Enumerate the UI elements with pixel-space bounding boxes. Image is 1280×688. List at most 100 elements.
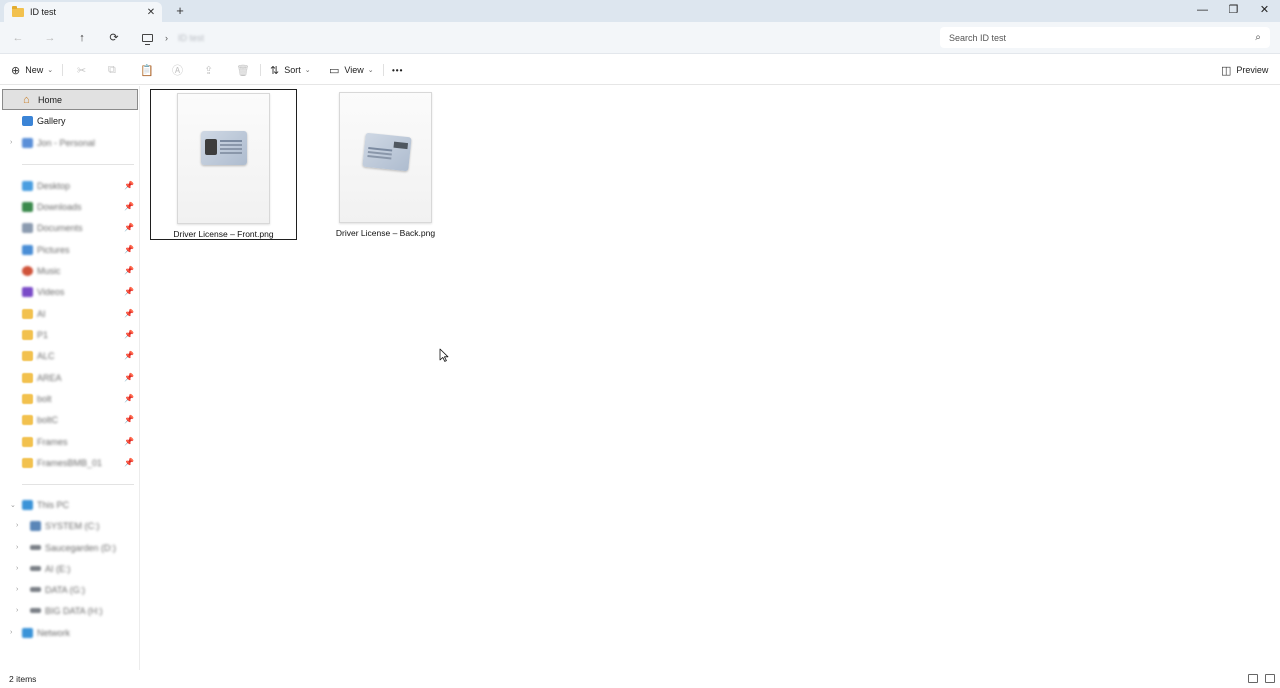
sidebar-item-this-pc[interactable]: ⌄ This PC <box>2 494 138 515</box>
view-button[interactable]: ▭ View ⌄ <box>329 62 374 78</box>
pin-icon[interactable]: 📌 <box>124 373 134 382</box>
up-button[interactable]: ↑ <box>74 30 90 46</box>
preview-button[interactable]: ◫ Preview <box>1221 62 1268 78</box>
divider <box>62 64 63 76</box>
tab-id-test[interactable]: ID test ✕ <box>4 2 162 22</box>
share-icon: ⇪ <box>204 64 214 77</box>
clipboard-icon: 📋 <box>140 64 154 77</box>
details-view-icon[interactable] <box>1248 674 1258 683</box>
drive-icon <box>30 587 41 592</box>
chevron-right-icon[interactable]: › <box>10 139 12 146</box>
document-icon <box>22 222 33 233</box>
breadcrumb-current[interactable]: ID test <box>178 33 204 43</box>
pin-icon[interactable]: 📌 <box>124 245 134 254</box>
sidebar-item-drive[interactable]: › SYSTEM (C:) <box>2 515 138 536</box>
sort-button[interactable]: ⇅ Sort ⌄ <box>270 62 311 78</box>
sidebar-item-folder[interactable]: Frames 📌 <box>2 431 138 452</box>
chevron-right-icon[interactable]: › <box>165 33 168 43</box>
pin-icon[interactable]: 📌 <box>124 394 134 403</box>
sidebar-item-desktop[interactable]: Desktop 📌 <box>2 175 138 196</box>
sidebar-item-label: boltC <box>37 414 59 425</box>
sidebar-item-drive[interactable]: › BIG DATA (H:) <box>2 600 138 621</box>
pin-icon[interactable]: 📌 <box>124 202 134 211</box>
pin-icon[interactable]: 📌 <box>124 266 134 275</box>
sidebar-item-videos[interactable]: Videos 📌 <box>2 281 138 302</box>
sidebar-item-music[interactable]: Music 📌 <box>2 260 138 281</box>
sidebar-item-folder[interactable]: P1 📌 <box>2 324 138 345</box>
pin-icon[interactable]: 📌 <box>124 330 134 339</box>
chevron-down-icon[interactable]: ⌄ <box>10 501 16 509</box>
sidebar-item-drive[interactable]: › Saucegarden (D:) <box>2 537 138 558</box>
chevron-down-icon: ⌄ <box>367 67 374 74</box>
file-list: Driver License – Front.png Driver Licens… <box>141 86 1280 670</box>
id-card-front-image <box>201 131 247 165</box>
search-box[interactable]: ⌕ <box>940 27 1270 48</box>
sidebar-item-downloads[interactable]: Downloads 📌 <box>2 196 138 217</box>
search-icon[interactable]: ⌕ <box>1249 32 1267 43</box>
sidebar-item-home[interactable]: ⌂ Home <box>2 89 138 110</box>
sidebar-item-drive[interactable]: › DATA (G:) <box>2 579 138 600</box>
delete-button[interactable]: 🗑 <box>236 62 255 78</box>
sidebar-item-documents[interactable]: Documents 📌 <box>2 217 138 238</box>
copy-icon: ⧉ <box>108 63 116 76</box>
new-button[interactable]: ⊕ New ⌄ <box>11 62 53 78</box>
view-label: View <box>344 65 364 75</box>
pin-icon[interactable]: 📌 <box>124 309 134 318</box>
breadcrumb[interactable]: › ID test <box>134 28 934 48</box>
share-button[interactable]: ⇪ <box>204 62 218 78</box>
status-bar: 2 items <box>0 670 1280 688</box>
pin-icon[interactable]: 📌 <box>124 415 134 424</box>
video-icon <box>22 286 33 297</box>
sidebar-item-folder[interactable]: FramesBMB_01 📌 <box>2 452 138 473</box>
sidebar-item-label: Downloads <box>37 201 82 212</box>
pin-icon[interactable]: 📌 <box>124 351 134 360</box>
search-input[interactable] <box>949 32 1249 43</box>
chevron-right-icon[interactable]: › <box>16 565 18 572</box>
pin-icon[interactable]: 📌 <box>124 223 134 232</box>
more-options-button[interactable]: ••• <box>392 62 403 78</box>
title-bar: ID test ✕ + — ❐ ✕ <box>0 0 1280 22</box>
folder-icon <box>22 372 33 383</box>
desktop-icon <box>22 180 33 191</box>
home-icon: ⌂ <box>23 93 30 106</box>
minimize-button[interactable]: — <box>1187 0 1218 22</box>
item-count: 2 items <box>9 674 37 684</box>
chevron-right-icon[interactable]: › <box>10 629 12 636</box>
new-tab-button[interactable]: + <box>172 3 188 19</box>
sidebar-item-label: SYSTEM (C:) <box>45 520 100 531</box>
file-item-back[interactable]: Driver License – Back.png <box>312 89 459 240</box>
chevron-right-icon[interactable]: › <box>16 522 18 529</box>
sidebar-item-folder[interactable]: AI 📌 <box>2 303 138 324</box>
sidebar-item-gallery[interactable]: Gallery <box>2 110 138 131</box>
refresh-button[interactable]: ⟳ <box>106 30 122 46</box>
pin-icon[interactable]: 📌 <box>124 458 134 467</box>
tab-close-icon[interactable]: ✕ <box>144 7 158 18</box>
large-icons-view-icon[interactable] <box>1265 674 1275 683</box>
chevron-right-icon[interactable]: › <box>16 607 18 614</box>
sidebar-item-onedrive[interactable]: › Jon - Personal <box>2 132 138 153</box>
sidebar-item-label: Desktop <box>37 180 71 191</box>
file-item-front[interactable]: Driver License – Front.png <box>150 89 297 240</box>
sidebar-item-folder[interactable]: bolt 📌 <box>2 388 138 409</box>
pin-icon[interactable]: 📌 <box>124 181 134 190</box>
sidebar-item-pictures[interactable]: Pictures 📌 <box>2 239 138 260</box>
close-button[interactable]: ✕ <box>1249 0 1280 22</box>
sidebar-item-folder[interactable]: boltC 📌 <box>2 409 138 430</box>
rename-button[interactable]: Ⓐ <box>172 62 188 78</box>
chevron-right-icon[interactable]: › <box>16 544 18 551</box>
sidebar-item-drive[interactable]: › AI (E:) <box>2 558 138 579</box>
back-button[interactable]: ← <box>10 30 26 46</box>
copy-button[interactable]: ⧉ <box>108 62 121 78</box>
cut-button[interactable]: ✂ <box>77 62 91 78</box>
maximize-button[interactable]: ❐ <box>1218 0 1249 22</box>
pin-icon[interactable]: 📌 <box>124 287 134 296</box>
folder-icon <box>22 457 33 468</box>
sidebar-item-folder[interactable]: ALC 📌 <box>2 345 138 366</box>
chevron-right-icon[interactable]: › <box>16 586 18 593</box>
navigation-pane: ⌂ Home Gallery › Jon - Personal Desktop … <box>0 86 140 670</box>
pin-icon[interactable]: 📌 <box>124 437 134 446</box>
paste-button[interactable]: 📋 <box>140 62 159 78</box>
sidebar-item-folder[interactable]: AREA 📌 <box>2 367 138 388</box>
sidebar-item-network[interactable]: › Network <box>2 622 138 643</box>
forward-button[interactable]: → <box>42 30 58 46</box>
